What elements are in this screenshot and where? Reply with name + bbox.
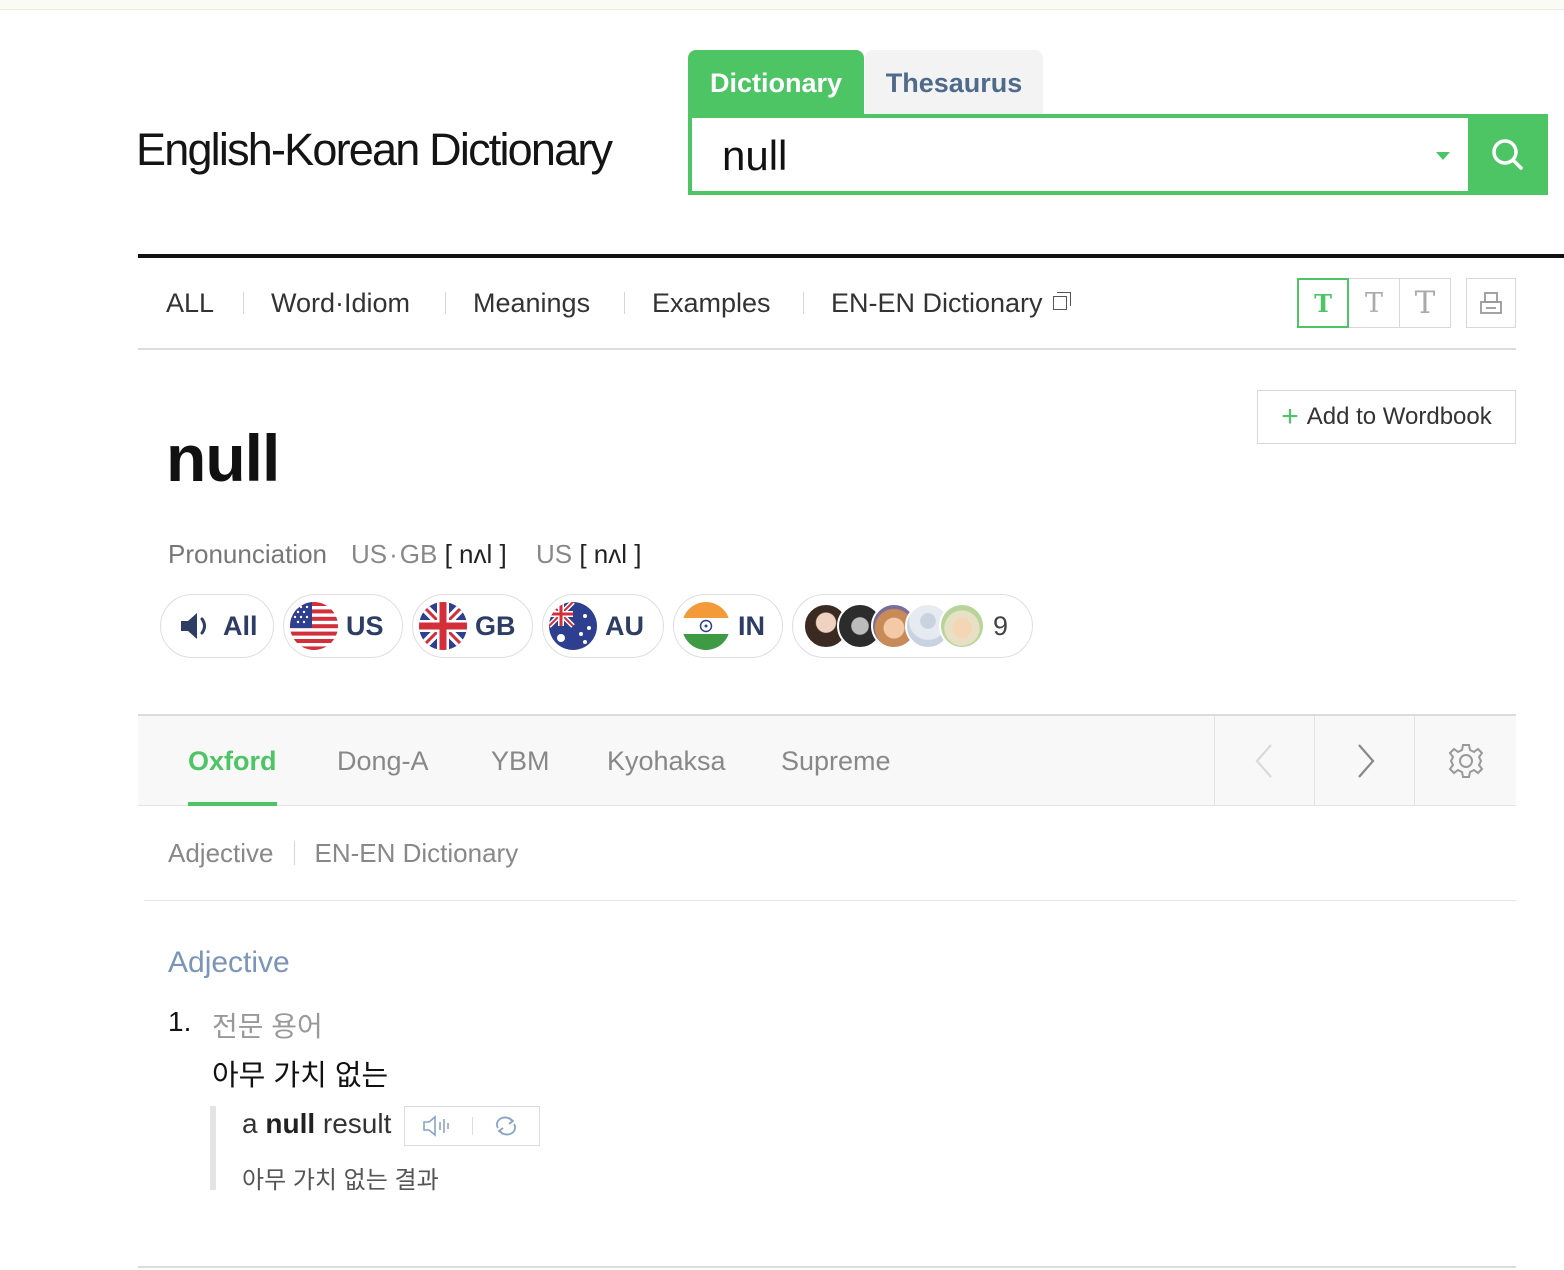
- tab-oxford[interactable]: Oxford: [188, 746, 277, 777]
- pronunciation-label: Pronunciation: [168, 539, 327, 569]
- play-gb-button[interactable]: GB: [412, 594, 533, 658]
- new-window-icon: [1052, 292, 1071, 310]
- play-au-button[interactable]: AU: [542, 594, 664, 658]
- example-play-button[interactable]: [405, 1107, 472, 1145]
- nav-separator: [243, 292, 244, 314]
- au-flag-icon: [549, 602, 597, 650]
- sound-wave-icon: [423, 1115, 450, 1137]
- nav-separator: [624, 292, 625, 314]
- pos-nav: Adjective EN-EN Dictionary: [168, 838, 518, 869]
- nav-separator: [803, 292, 804, 314]
- example-post: result: [322, 1108, 392, 1139]
- nav-all[interactable]: ALL: [166, 288, 214, 319]
- play-in-label: IN: [738, 610, 765, 641]
- pron-region-us: US: [351, 539, 388, 569]
- pos-divider: [144, 900, 1516, 901]
- example-keyword: null: [265, 1108, 316, 1139]
- example-pre: a: [242, 1108, 258, 1139]
- example-block: a null result 아무 가치 없는 결과: [210, 1106, 610, 1194]
- pron-dot: ·: [389, 539, 398, 569]
- tab-supreme[interactable]: Supreme: [781, 746, 891, 777]
- repeat-icon: [495, 1116, 516, 1136]
- site-logo[interactable]: English-Korean Dictionary: [136, 124, 613, 176]
- bottom-divider: [138, 1266, 1516, 1268]
- pos-nav-separator: [293, 841, 295, 865]
- tab-ybm[interactable]: YBM: [491, 746, 550, 777]
- play-us-button[interactable]: US: [283, 594, 403, 658]
- example-translation: 아무 가치 없는 결과: [242, 1167, 439, 1194]
- user-recordings-button[interactable]: 9: [792, 594, 1033, 658]
- play-in-button[interactable]: IN: [673, 594, 783, 658]
- print-icon: [1480, 292, 1502, 314]
- pos-nav-adjective[interactable]: Adjective: [168, 838, 274, 868]
- play-all-button[interactable]: All: [160, 594, 274, 658]
- speaker-icon: [181, 613, 206, 639]
- dictionary-source-tabs: Oxford Dong-A YBM Kyohaksa Supreme: [138, 714, 1516, 806]
- browser-top-strip: [0, 0, 1564, 10]
- pos-title: Adjective: [168, 946, 290, 979]
- search-icon: [1492, 138, 1523, 170]
- in-flag-icon: [682, 602, 730, 650]
- play-us-label: US: [346, 610, 384, 641]
- sense-meaning: 아무 가치 없는: [212, 1060, 389, 1092]
- pron-ipa-us: [ nʌl ]: [579, 539, 642, 569]
- chevron-left-icon: [1255, 744, 1272, 778]
- example-sentence: a null result: [242, 1108, 391, 1140]
- print-button[interactable]: [1466, 278, 1516, 328]
- chevron-down-icon[interactable]: [1436, 152, 1450, 160]
- sense-field-label: 전문 용어: [212, 1011, 323, 1042]
- tab-dictionary[interactable]: Dictionary: [688, 50, 864, 116]
- sense-number: 1.: [168, 1006, 192, 1037]
- plus-icon: +: [1281, 400, 1299, 433]
- font-size-medium-button[interactable]: T: [1348, 278, 1400, 328]
- user-avatars: [803, 603, 985, 649]
- user-recording-count: 9: [993, 610, 1009, 641]
- play-gb-label: GB: [475, 610, 516, 641]
- nav-separator: [445, 292, 446, 314]
- search-input[interactable]: [722, 129, 1422, 183]
- pronunciation: Pronunciation US·GB [ nʌl ] US [ nʌl ]: [168, 539, 641, 570]
- pron-ipa-us-gb: [ nʌl ]: [444, 539, 507, 569]
- search-mode-tabs: Dictionary Thesaurus: [688, 50, 1043, 116]
- example-audio-controls: [404, 1106, 540, 1146]
- pron-region-gb: GB: [399, 539, 438, 569]
- nav-en-en-label: EN-EN Dictionary: [831, 288, 1043, 318]
- active-tab-indicator: [188, 802, 277, 806]
- next-dictionary-button[interactable]: [1314, 716, 1414, 806]
- example-repeat-button[interactable]: [473, 1107, 540, 1145]
- us-flag-icon: [290, 602, 338, 650]
- avatar: [939, 603, 985, 649]
- tab-dong-a[interactable]: Dong-A: [337, 746, 429, 777]
- nav-word-idiom[interactable]: Word·Idiom: [271, 288, 410, 319]
- font-size-large-button[interactable]: T: [1399, 278, 1451, 328]
- play-all-label: All: [223, 610, 258, 641]
- search-box: [688, 114, 1548, 195]
- play-au-label: AU: [605, 610, 644, 641]
- font-size-controls: T T T: [1297, 278, 1451, 328]
- prev-dictionary-button[interactable]: [1214, 716, 1314, 806]
- add-to-wordbook-button[interactable]: + Add to Wordbook: [1257, 390, 1516, 444]
- nav-meanings[interactable]: Meanings: [473, 288, 590, 319]
- nav-en-en-dictionary[interactable]: EN-EN Dictionary: [831, 288, 1071, 319]
- gb-flag-icon: [419, 602, 467, 650]
- gear-icon: [1448, 744, 1483, 778]
- add-to-wordbook-label: Add to Wordbook: [1306, 403, 1492, 430]
- tab-thesaurus[interactable]: Thesaurus: [865, 50, 1043, 116]
- search-button[interactable]: [1468, 114, 1548, 195]
- pos-nav-en-en[interactable]: EN-EN Dictionary: [315, 838, 519, 868]
- chevron-right-icon: [1357, 744, 1374, 778]
- tab-kyohaksa[interactable]: Kyohaksa: [607, 746, 726, 777]
- nav-examples[interactable]: Examples: [652, 288, 771, 319]
- headword: null: [166, 421, 280, 495]
- dictionary-settings-button[interactable]: [1414, 716, 1516, 806]
- font-size-small-button[interactable]: T: [1297, 278, 1349, 328]
- category-nav: ALL Word·Idiom Meanings Examples EN-EN D…: [138, 258, 1516, 350]
- pron-region-us-2: US: [535, 539, 573, 569]
